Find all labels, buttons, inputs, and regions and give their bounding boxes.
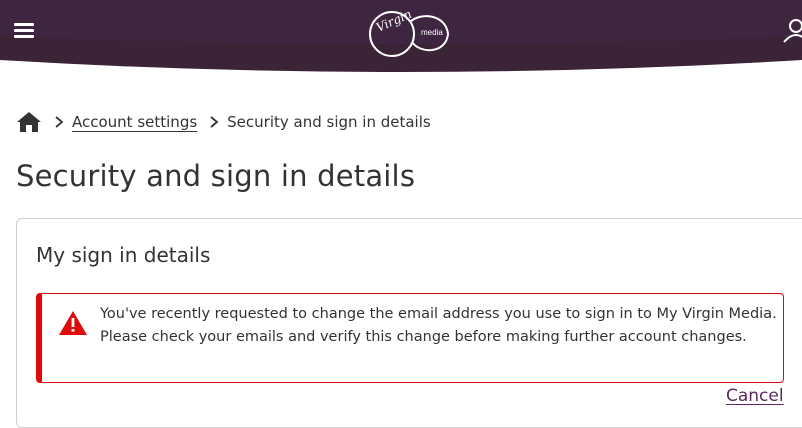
email-change-alert: You've recently requested to change the … xyxy=(36,293,784,383)
chevron-right-icon xyxy=(55,116,64,128)
sign-in-details-card: My sign in details You've recently reque… xyxy=(16,218,802,428)
page-title: Security and sign in details xyxy=(16,159,416,193)
cancel-link[interactable]: Cancel xyxy=(726,384,784,408)
chevron-right-icon xyxy=(210,116,219,128)
home-icon[interactable] xyxy=(16,111,42,133)
hamburger-menu-icon[interactable] xyxy=(14,21,36,41)
site-header: Virgin media xyxy=(0,0,802,72)
virgin-media-logo[interactable]: Virgin media xyxy=(368,7,452,60)
alert-message: You've recently requested to change the … xyxy=(100,306,777,345)
user-account-icon[interactable] xyxy=(782,18,802,44)
warning-triangle-icon xyxy=(59,311,87,335)
breadcrumb: Account settings Security and sign in de… xyxy=(16,110,431,134)
breadcrumb-current-page: Security and sign in details xyxy=(227,113,431,131)
breadcrumb-account-settings-link[interactable]: Account settings xyxy=(72,113,197,131)
logo-media-text: media xyxy=(421,28,443,37)
card-title: My sign in details xyxy=(36,243,211,267)
